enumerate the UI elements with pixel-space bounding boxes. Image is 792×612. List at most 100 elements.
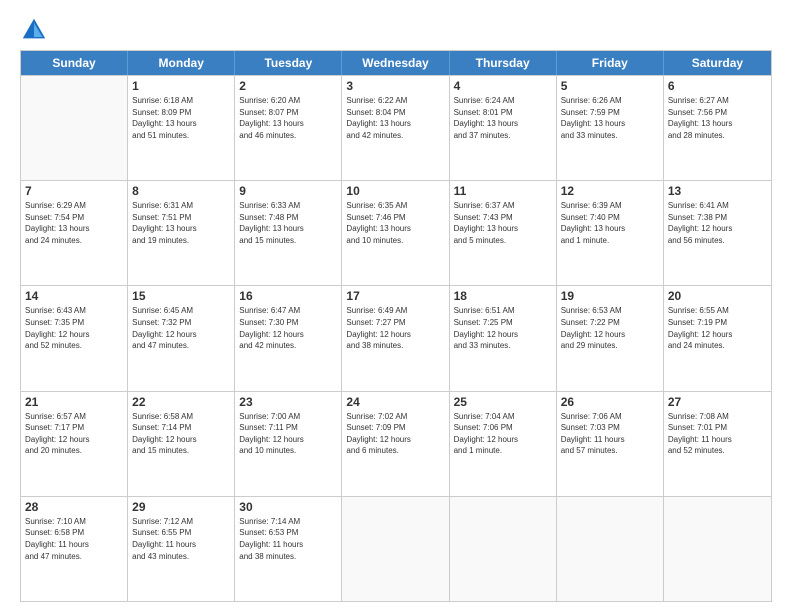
day-info: Sunrise: 6:18 AM Sunset: 8:09 PM Dayligh… bbox=[132, 95, 230, 141]
day-number: 19 bbox=[561, 289, 659, 303]
cal-header-cell-monday: Monday bbox=[128, 51, 235, 75]
day-number: 22 bbox=[132, 395, 230, 409]
cal-cell: 15 Sunrise: 6:45 AM Sunset: 7:32 PM Dayli… bbox=[128, 286, 235, 390]
day-number: 28 bbox=[25, 500, 123, 514]
day-number: 3 bbox=[346, 79, 444, 93]
cal-cell: 2 Sunrise: 6:20 AM Sunset: 8:07 PM Daylig… bbox=[235, 76, 342, 180]
cal-cell: 17Sunrise: 6:49 AM Sunset: 7:27 PM Dayli… bbox=[342, 286, 449, 390]
header bbox=[20, 16, 772, 44]
day-info: Sunrise: 6:43 AM Sunset: 7:35 PM Dayligh… bbox=[25, 305, 123, 351]
cal-cell: 20 Sunrise: 6:55 AM Sunset: 7:19 PM Dayli… bbox=[664, 286, 771, 390]
day-number: 30 bbox=[239, 500, 337, 514]
cal-week-4: 21 Sunrise: 6:57 AM Sunset: 7:17 PM Dayli… bbox=[21, 391, 771, 496]
day-info: Sunrise: 7:14 AM Sunset: 6:53 PM Dayligh… bbox=[239, 516, 337, 562]
day-info: Sunrise: 7:04 AM Sunset: 7:06 PM Dayligh… bbox=[454, 411, 552, 457]
cal-cell: 16 Sunrise: 6:47 AM Sunset: 7:30 PM Dayli… bbox=[235, 286, 342, 390]
calendar-body: 1Sunrise: 6:18 AM Sunset: 8:09 PM Daylig… bbox=[21, 75, 771, 601]
day-number: 7 bbox=[25, 184, 123, 198]
cal-cell: 28 Sunrise: 7:10 AM Sunset: 6:58 PM Dayli… bbox=[21, 497, 128, 601]
day-number: 15 bbox=[132, 289, 230, 303]
cal-header-cell-friday: Friday bbox=[557, 51, 664, 75]
cal-cell: 11Sunrise: 6:37 AM Sunset: 7:43 PM Dayli… bbox=[450, 181, 557, 285]
cal-cell: 22 Sunrise: 6:58 AM Sunset: 7:14 PM Dayli… bbox=[128, 392, 235, 496]
logo-icon bbox=[20, 16, 48, 44]
day-number: 27 bbox=[668, 395, 767, 409]
day-number: 2 bbox=[239, 79, 337, 93]
day-info: Sunrise: 6:47 AM Sunset: 7:30 PM Dayligh… bbox=[239, 305, 337, 351]
day-info: Sunrise: 6:24 AM Sunset: 8:01 PM Dayligh… bbox=[454, 95, 552, 141]
cal-cell: 27 Sunrise: 7:08 AM Sunset: 7:01 PM Dayli… bbox=[664, 392, 771, 496]
cal-cell bbox=[557, 497, 664, 601]
cal-cell: 7 Sunrise: 6:29 AM Sunset: 7:54 PM Daylig… bbox=[21, 181, 128, 285]
logo bbox=[20, 16, 52, 44]
day-info: Sunrise: 6:31 AM Sunset: 7:51 PM Dayligh… bbox=[132, 200, 230, 246]
day-info: Sunrise: 6:29 AM Sunset: 7:54 PM Dayligh… bbox=[25, 200, 123, 246]
calendar: SundayMondayTuesdayWednesdayThursdayFrid… bbox=[20, 50, 772, 602]
cal-cell: 6Sunrise: 6:27 AM Sunset: 7:56 PM Daylig… bbox=[664, 76, 771, 180]
day-number: 29 bbox=[132, 500, 230, 514]
day-info: Sunrise: 6:58 AM Sunset: 7:14 PM Dayligh… bbox=[132, 411, 230, 457]
day-info: Sunrise: 6:45 AM Sunset: 7:32 PM Dayligh… bbox=[132, 305, 230, 351]
cal-week-1: 1Sunrise: 6:18 AM Sunset: 8:09 PM Daylig… bbox=[21, 75, 771, 180]
cal-cell: 5 Sunrise: 6:26 AM Sunset: 7:59 PM Daylig… bbox=[557, 76, 664, 180]
day-number: 20 bbox=[668, 289, 767, 303]
day-number: 5 bbox=[561, 79, 659, 93]
day-number: 13 bbox=[668, 184, 767, 198]
cal-cell: 12 Sunrise: 6:39 AM Sunset: 7:40 PM Dayli… bbox=[557, 181, 664, 285]
day-info: Sunrise: 6:57 AM Sunset: 7:17 PM Dayligh… bbox=[25, 411, 123, 457]
day-info: Sunrise: 6:53 AM Sunset: 7:22 PM Dayligh… bbox=[561, 305, 659, 351]
cal-header-cell-thursday: Thursday bbox=[450, 51, 557, 75]
cal-cell bbox=[342, 497, 449, 601]
day-info: Sunrise: 6:20 AM Sunset: 8:07 PM Dayligh… bbox=[239, 95, 337, 141]
day-number: 10 bbox=[346, 184, 444, 198]
day-number: 14 bbox=[25, 289, 123, 303]
cal-cell bbox=[664, 497, 771, 601]
day-number: 24 bbox=[346, 395, 444, 409]
day-info: Sunrise: 7:10 AM Sunset: 6:58 PM Dayligh… bbox=[25, 516, 123, 562]
day-number: 23 bbox=[239, 395, 337, 409]
cal-header-cell-sunday: Sunday bbox=[21, 51, 128, 75]
cal-week-2: 7 Sunrise: 6:29 AM Sunset: 7:54 PM Daylig… bbox=[21, 180, 771, 285]
cal-cell: 3 Sunrise: 6:22 AM Sunset: 8:04 PM Daylig… bbox=[342, 76, 449, 180]
day-info: Sunrise: 6:26 AM Sunset: 7:59 PM Dayligh… bbox=[561, 95, 659, 141]
page: SundayMondayTuesdayWednesdayThursdayFrid… bbox=[0, 0, 792, 612]
cal-cell: 23 Sunrise: 7:00 AM Sunset: 7:11 PM Dayli… bbox=[235, 392, 342, 496]
cal-header-cell-saturday: Saturday bbox=[664, 51, 771, 75]
cal-cell bbox=[21, 76, 128, 180]
day-info: Sunrise: 6:51 AM Sunset: 7:25 PM Dayligh… bbox=[454, 305, 552, 351]
cal-cell: 19 Sunrise: 6:53 AM Sunset: 7:22 PM Dayli… bbox=[557, 286, 664, 390]
cal-cell: 25Sunrise: 7:04 AM Sunset: 7:06 PM Dayli… bbox=[450, 392, 557, 496]
cal-cell: 14 Sunrise: 6:43 AM Sunset: 7:35 PM Dayli… bbox=[21, 286, 128, 390]
cal-cell: 10 Sunrise: 6:35 AM Sunset: 7:46 PM Dayli… bbox=[342, 181, 449, 285]
day-number: 16 bbox=[239, 289, 337, 303]
cal-cell: 21 Sunrise: 6:57 AM Sunset: 7:17 PM Dayli… bbox=[21, 392, 128, 496]
day-info: Sunrise: 6:35 AM Sunset: 7:46 PM Dayligh… bbox=[346, 200, 444, 246]
cal-week-5: 28 Sunrise: 7:10 AM Sunset: 6:58 PM Dayli… bbox=[21, 496, 771, 601]
day-number: 17 bbox=[346, 289, 444, 303]
day-info: Sunrise: 6:33 AM Sunset: 7:48 PM Dayligh… bbox=[239, 200, 337, 246]
day-number: 4 bbox=[454, 79, 552, 93]
cal-week-3: 14 Sunrise: 6:43 AM Sunset: 7:35 PM Dayli… bbox=[21, 285, 771, 390]
cal-cell: 8 Sunrise: 6:31 AM Sunset: 7:51 PM Daylig… bbox=[128, 181, 235, 285]
day-info: Sunrise: 6:55 AM Sunset: 7:19 PM Dayligh… bbox=[668, 305, 767, 351]
day-number: 26 bbox=[561, 395, 659, 409]
day-info: Sunrise: 6:22 AM Sunset: 8:04 PM Dayligh… bbox=[346, 95, 444, 141]
cal-cell: 24Sunrise: 7:02 AM Sunset: 7:09 PM Dayli… bbox=[342, 392, 449, 496]
day-info: Sunrise: 7:12 AM Sunset: 6:55 PM Dayligh… bbox=[132, 516, 230, 562]
day-number: 18 bbox=[454, 289, 552, 303]
cal-cell: 9 Sunrise: 6:33 AM Sunset: 7:48 PM Daylig… bbox=[235, 181, 342, 285]
day-number: 12 bbox=[561, 184, 659, 198]
day-number: 8 bbox=[132, 184, 230, 198]
cal-cell: 1Sunrise: 6:18 AM Sunset: 8:09 PM Daylig… bbox=[128, 76, 235, 180]
day-info: Sunrise: 7:08 AM Sunset: 7:01 PM Dayligh… bbox=[668, 411, 767, 457]
day-number: 9 bbox=[239, 184, 337, 198]
cal-cell: 30 Sunrise: 7:14 AM Sunset: 6:53 PM Dayli… bbox=[235, 497, 342, 601]
cal-cell: 26 Sunrise: 7:06 AM Sunset: 7:03 PM Dayli… bbox=[557, 392, 664, 496]
cal-cell bbox=[450, 497, 557, 601]
day-info: Sunrise: 7:06 AM Sunset: 7:03 PM Dayligh… bbox=[561, 411, 659, 457]
day-info: Sunrise: 6:39 AM Sunset: 7:40 PM Dayligh… bbox=[561, 200, 659, 246]
day-info: Sunrise: 7:00 AM Sunset: 7:11 PM Dayligh… bbox=[239, 411, 337, 457]
cal-cell: 29 Sunrise: 7:12 AM Sunset: 6:55 PM Dayli… bbox=[128, 497, 235, 601]
day-number: 6 bbox=[668, 79, 767, 93]
day-number: 21 bbox=[25, 395, 123, 409]
